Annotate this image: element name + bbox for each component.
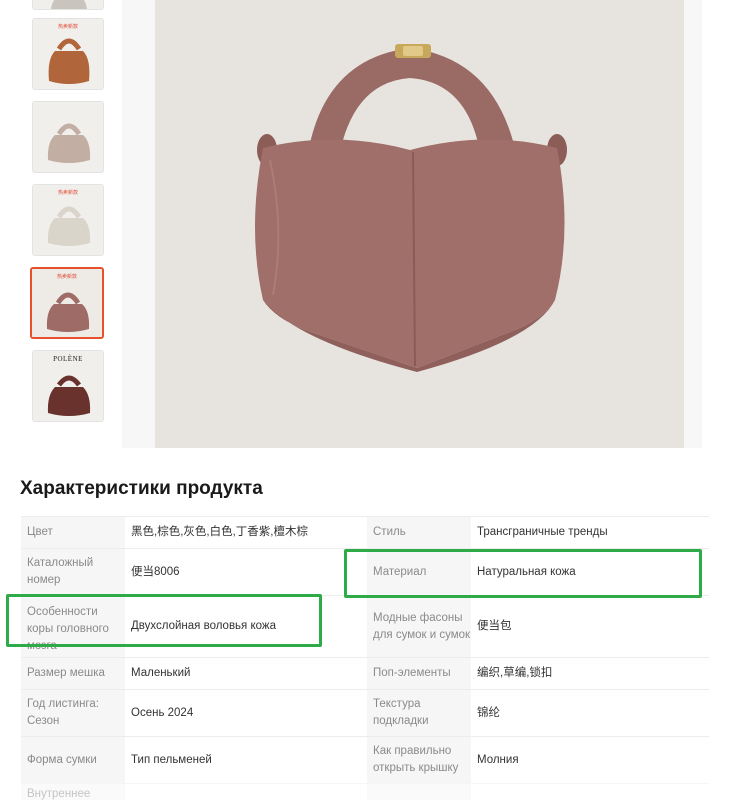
spec-label: Внутреннее: [21, 784, 125, 800]
spec-label: Текстура подкладки: [367, 690, 471, 736]
spec-value: 黑色,棕色,灰色,白色,丁香紫,檀木棕: [131, 526, 308, 538]
table-row: Форма сумки Тип пельменей Как правильно …: [21, 736, 709, 783]
specs-table: Цвет 黑色,棕色,灰色,白色,丁香紫,檀木棕 Стиль Трансгран…: [21, 516, 709, 800]
spec-label: Модные фасоны для сумок и сумок: [367, 596, 471, 657]
table-row: Каталожный номер 便当8006 Материал Натурал…: [21, 548, 709, 595]
spec-label: Каталожный номер: [21, 549, 125, 595]
spec-value: 锦纶: [477, 706, 500, 719]
table-row: Особенности коры головного мозга Двухсло…: [21, 595, 709, 657]
thumbnail-2[interactable]: 热卖新款: [32, 18, 104, 90]
thumbnail-label: 热卖新款: [57, 24, 78, 30]
spec-value: 便当8006: [131, 565, 180, 578]
spec-label: Поп-элементы: [367, 658, 471, 689]
section-title: Характеристики продукта: [20, 478, 263, 499]
thumbnail-5-selected[interactable]: 热卖新款: [30, 267, 104, 339]
spec-value: 便当包: [477, 620, 512, 632]
main-product-image[interactable]: [155, 0, 684, 448]
table-row: Год листинга: Сезон Осень 2024 Текстура …: [21, 689, 709, 736]
table-row: Внутреннее: [21, 783, 709, 800]
spec-label: Как правильно открыть крышку: [367, 737, 471, 783]
spec-value: Двухслойная воловья кожа: [131, 620, 276, 632]
thumbnail-6[interactable]: POLÈNE: [32, 350, 104, 422]
spec-value: Маленький: [131, 667, 191, 679]
spec-value: Тип пельменей: [131, 753, 212, 766]
spec-label: Особенности коры головного мозга: [21, 596, 125, 657]
spec-value: 编织,草编,锁扣: [477, 667, 553, 679]
spec-label: Стиль: [367, 517, 471, 548]
spec-label: [367, 784, 471, 800]
spec-label: Размер мешка: [21, 658, 125, 689]
spec-value: Трансграничные тренды: [477, 526, 608, 538]
thumbnail-1[interactable]: [32, 0, 104, 10]
thumbnail-label: 热卖新款: [57, 190, 78, 196]
spec-label: Форма сумки: [21, 737, 125, 783]
spec-value: [125, 784, 367, 800]
thumbnail-4[interactable]: 热卖新款: [32, 184, 104, 256]
spec-label-text: Особенности коры головного мозга: [27, 606, 109, 652]
spec-label: Цвет: [21, 517, 125, 548]
product-page: 热卖新款 热卖新款 热卖新款 POLÈNE Характеристики про…: [0, 0, 749, 800]
table-row: Цвет 黑色,棕色,灰色,白色,丁香紫,檀木棕 Стиль Трансгран…: [21, 516, 709, 548]
spec-value: Молния: [477, 753, 519, 766]
spec-value: Натуральная кожа: [477, 565, 576, 578]
spec-value: Осень 2024: [131, 706, 194, 719]
thumbnail-label: 热卖新款: [56, 274, 77, 280]
spec-label: Материал: [367, 549, 471, 595]
table-row: Размер мешка Маленький Поп-элементы 编织,草…: [21, 657, 709, 689]
spec-value: [471, 784, 709, 800]
brand-logo: POLÈNE: [53, 355, 83, 363]
thumbnail-3[interactable]: [32, 101, 104, 173]
spec-label: Год листинга: Сезон: [21, 690, 125, 736]
